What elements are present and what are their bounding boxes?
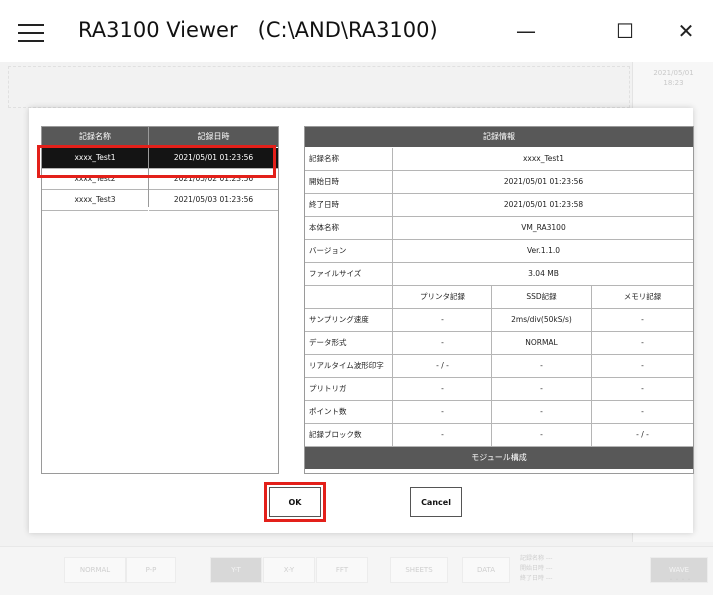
cancel-button[interactable]: Cancel (410, 487, 462, 517)
grid-cell: - / - (394, 355, 492, 377)
close-button[interactable]: ✕ (666, 16, 706, 46)
column-header-ssd: SSD記録 (492, 286, 592, 308)
list-item-date[interactable]: 2021/05/03 01:23:56 (149, 190, 278, 211)
grid-cell: - (641, 361, 644, 370)
grid-cell: - (641, 407, 644, 416)
background-tab-bar: NORMAL P-P Y-T X-Y FFT SHEETS DATA 記録名称 … (0, 546, 713, 595)
info-grid-row: データ形式 - NORMAL - (305, 332, 693, 355)
column-header-record-name: 記録名称 (42, 127, 148, 147)
info-label: バージョン (305, 240, 393, 262)
grid-cell: - (492, 424, 592, 446)
grid-cell: - (641, 315, 644, 324)
info-row: 終了日時 2021/05/01 01:23:58 (305, 194, 693, 217)
minimize-button[interactable]: — (506, 16, 546, 46)
background-end-time: 終了日時 --- (520, 575, 553, 582)
tab-normal[interactable]: NORMAL (64, 557, 126, 583)
info-row: 開始日時 2021/05/01 01:23:56 (305, 171, 693, 194)
tab-p-p[interactable]: P-P (126, 557, 176, 583)
record-select-dialog: 記録名称 記録日時 xxxx_Test1 2021/05/01 01:23:56… (29, 108, 694, 533)
background-record-name: 記録名称 --- (520, 555, 553, 562)
grid-cell: - (394, 332, 492, 354)
column-header-memory: メモリ記録 (623, 292, 662, 301)
background-start-time: 開始日時 --- (520, 565, 553, 572)
grid-cell: - (492, 355, 592, 377)
info-label: 記録ブロック数 (305, 424, 393, 446)
info-label: 開始日時 (305, 171, 393, 193)
info-value: xxxx_Test1 (522, 154, 565, 163)
record-list: 記録名称 記録日時 xxxx_Test1 2021/05/01 01:23:56… (41, 126, 279, 474)
grid-cell: - (394, 378, 492, 400)
grid-cell: - (394, 401, 492, 423)
tab-sheets[interactable]: SHEETS (390, 557, 448, 583)
info-row: 本体名称 VM_RA3100 (305, 217, 693, 240)
info-label: ファイルサイズ (305, 263, 393, 285)
column-header-printer: プリンタ記録 (394, 286, 492, 308)
wave-indicator: ・・・・ (668, 577, 693, 584)
info-label: 本体名称 (305, 217, 393, 239)
background-date: 2021/05/01 18:23 (653, 69, 694, 87)
title-bar: RA3100 Viewer (C:\AND\RA3100) — ☐ ✕ (0, 0, 713, 62)
grid-cell: - (394, 309, 492, 331)
info-label: データ形式 (305, 332, 393, 354)
info-grid-row: サンプリング速度 - 2ms/div(50kS/s) - (305, 309, 693, 332)
window-title: RA3100 Viewer (C:\AND\RA3100) (78, 18, 438, 42)
grid-cell: - (641, 384, 644, 393)
info-grid-row: ポイント数 - - - (305, 401, 693, 424)
info-grid-row: 記録ブロック数 - - - / - (305, 424, 693, 447)
grid-cell: - (492, 378, 592, 400)
info-grid-row: リアルタイム波形印字 - / - - - (305, 355, 693, 378)
grid-cell: - (641, 338, 644, 347)
info-label: 記録名称 (305, 148, 393, 170)
info-row: 記録名称 xxxx_Test1 (305, 148, 693, 171)
info-label: サンプリング速度 (305, 309, 393, 331)
maximize-button[interactable]: ☐ (605, 16, 645, 46)
tab-y-t[interactable]: Y-T (210, 557, 262, 583)
info-value: 2021/05/01 01:23:58 (503, 200, 584, 209)
tab-x-y[interactable]: X-Y (263, 557, 315, 583)
selected-row-highlight (37, 145, 276, 178)
record-info-panel: 記録情報 記録名称 xxxx_Test1 開始日時 2021/05/01 01:… (304, 126, 694, 474)
info-value: 2021/05/01 01:23:56 (503, 177, 584, 186)
info-value: VM_RA3100 (521, 223, 566, 232)
info-label: リアルタイム波形印字 (305, 355, 393, 377)
info-row: バージョン Ver.1.1.0 (305, 240, 693, 263)
grid-cell: - / - (636, 430, 649, 439)
column-header-record-date: 記録日時 (149, 127, 278, 147)
grid-cell: NORMAL (492, 332, 592, 354)
ok-button-highlight (264, 482, 326, 522)
info-grid-header-row: プリンタ記録 SSD記録 メモリ記録 (305, 286, 693, 309)
info-grid-row: プリトリガ - - - (305, 378, 693, 401)
info-label: 終了日時 (305, 194, 393, 216)
info-header: 記録情報 (305, 127, 693, 147)
module-config-header: モジュール構成 (305, 447, 693, 469)
info-label-empty (305, 286, 393, 308)
info-value: Ver.1.1.0 (526, 246, 561, 255)
info-label: プリトリガ (305, 378, 393, 400)
tab-data[interactable]: DATA (462, 557, 510, 583)
tab-fft[interactable]: FFT (316, 557, 368, 583)
info-value: 3.04 MB (528, 269, 559, 278)
background-waveform-area (8, 66, 630, 108)
hamburger-menu-icon[interactable] (18, 24, 44, 42)
grid-cell: - (492, 401, 592, 423)
list-item-name[interactable]: xxxx_Test3 (42, 190, 148, 211)
grid-cell: 2ms/div(50kS/s) (492, 309, 592, 331)
info-row: ファイルサイズ 3.04 MB (305, 263, 693, 286)
info-label: ポイント数 (305, 401, 393, 423)
grid-cell: - (394, 424, 492, 446)
